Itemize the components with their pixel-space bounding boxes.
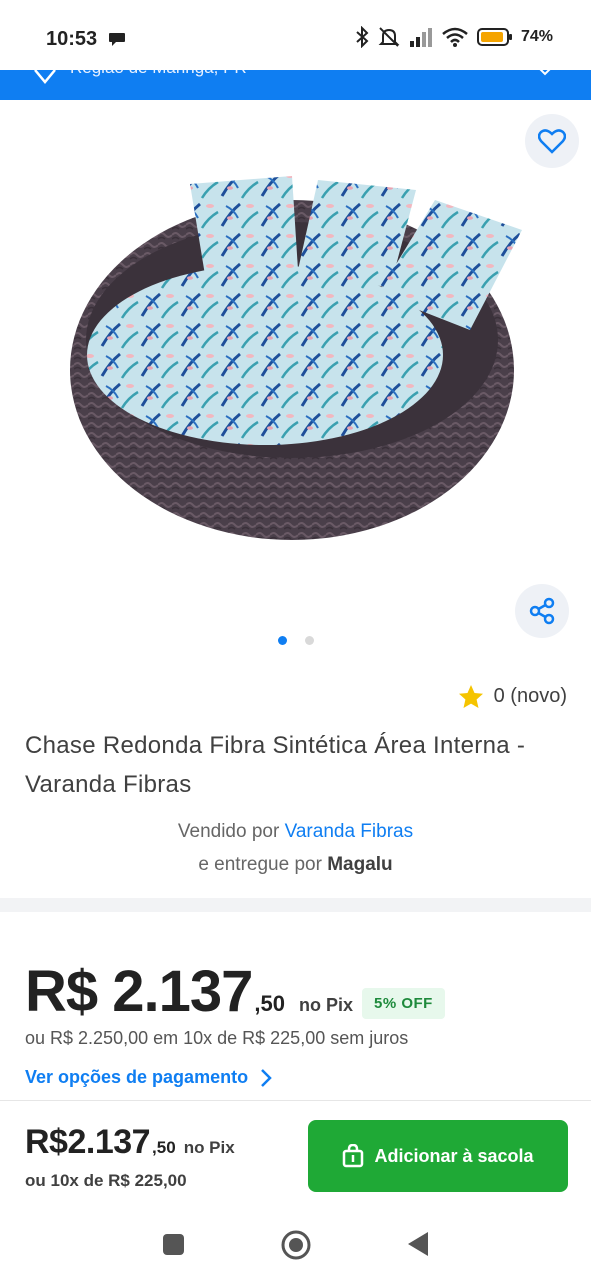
chevron-down-icon xyxy=(539,70,551,76)
price-cents: ,50 xyxy=(254,991,285,1016)
bottom-installments: ou 10x de R$ 225,00 xyxy=(25,1171,187,1190)
battery-icon xyxy=(476,28,512,46)
add-to-bag-label: Adicionar à sacola xyxy=(374,1145,534,1166)
chevron-right-icon xyxy=(261,1068,272,1087)
bottom-price-cents: ,50 xyxy=(152,1138,176,1157)
status-bar: 10:53 74% xyxy=(0,0,591,72)
delivered-by-name: Magalu xyxy=(327,854,393,875)
pagination-dot[interactable] xyxy=(278,636,287,645)
location-text: Região de Maringá, PR xyxy=(70,70,247,78)
heart-outline-icon xyxy=(538,129,566,154)
seller-link[interactable]: Varanda Fibras xyxy=(285,821,414,842)
system-nav-bar xyxy=(0,1212,591,1280)
section-divider xyxy=(0,898,591,912)
payment-options-link[interactable]: Ver opções de pagamento xyxy=(25,1067,272,1088)
share-icon xyxy=(529,597,555,625)
star-icon xyxy=(458,685,483,708)
bluetooth-icon xyxy=(356,26,369,48)
installments-text: ou R$ 2.250,00 em 10x de R$ 225,00 sem j… xyxy=(25,1028,409,1048)
back-button[interactable] xyxy=(406,1231,430,1257)
pix-label: no Pix xyxy=(299,995,354,1015)
price-row: R$ 2.137 ,50 no Pix xyxy=(25,958,353,1025)
favorite-button[interactable] xyxy=(525,114,579,168)
add-to-bag-button[interactable]: Adicionar à sacola xyxy=(308,1120,568,1192)
payment-options-label: Ver opções de pagamento xyxy=(25,1067,249,1087)
bottom-price-row: R$2.137 ,50 no Pix xyxy=(25,1123,235,1162)
rating[interactable]: 0 (novo) xyxy=(458,684,567,709)
signal-icon xyxy=(409,28,432,47)
delivered-by-label: e entregue por xyxy=(198,854,322,875)
discount-badge: 5% OFF xyxy=(362,988,445,1019)
location-pin-icon xyxy=(34,70,56,84)
bottom-pix-label: no Pix xyxy=(183,1138,235,1157)
home-button[interactable] xyxy=(280,1229,312,1261)
status-time: 10:53 xyxy=(46,28,98,50)
sticky-buy-bar: R$2.137 ,50 no Pix ou 10x de R$ 225,00 A… xyxy=(0,1100,591,1212)
share-button[interactable] xyxy=(515,584,569,638)
sold-by-label: Vendido por xyxy=(177,821,280,842)
muted-bell-icon xyxy=(378,27,400,47)
wifi-icon xyxy=(442,27,468,47)
shopping-bag-icon xyxy=(343,1144,364,1168)
pagination-dot[interactable] xyxy=(305,636,314,645)
seller-info: Vendido por Varanda Fibras e entregue po… xyxy=(0,815,591,881)
product-title: Chase Redonda Fibra Sintética Área Inter… xyxy=(25,732,526,798)
recent-apps-button[interactable] xyxy=(163,1234,184,1255)
product-image[interactable] xyxy=(60,170,530,550)
bottom-price-main: R$2.137 xyxy=(25,1123,151,1161)
chat-bubble-icon xyxy=(109,33,125,46)
location-bar[interactable]: Região de Maringá, PR xyxy=(0,70,591,100)
gallery-pagination xyxy=(278,636,314,645)
rating-text: 0 (novo) xyxy=(493,685,567,707)
status-icons: 74% xyxy=(355,26,553,48)
price-main: R$ 2.137 xyxy=(25,959,253,1024)
battery-percent: 74% xyxy=(520,28,553,45)
